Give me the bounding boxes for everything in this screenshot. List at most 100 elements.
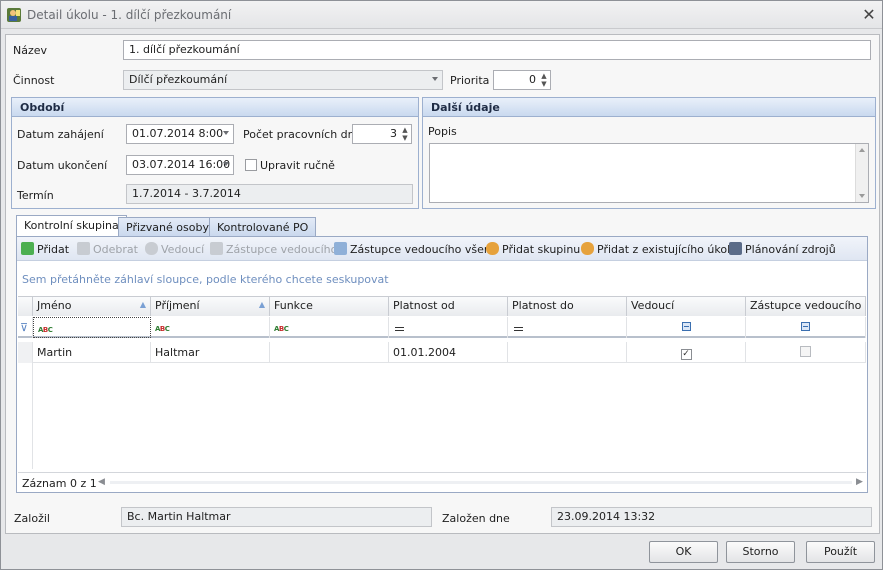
filter-row: ⊽ ABC ABC ABC: [18, 317, 866, 338]
filter-prijmeni[interactable]: ABC: [151, 317, 270, 338]
chevron-down-icon: [223, 162, 229, 166]
tab-kontrolni-skupina[interactable]: Kontrolní skupina: [16, 215, 127, 237]
add-icon: [21, 242, 34, 255]
obdobi-group: Období Datum zahájení 01.07.2014 8:00 Po…: [11, 97, 419, 209]
row-indicator: [18, 342, 33, 363]
cell-zastupce[interactable]: [746, 342, 866, 363]
filter-zastupce[interactable]: [746, 317, 866, 338]
filter-checkbox-icon: [801, 322, 810, 331]
zastupce-checkbox[interactable]: [800, 346, 811, 357]
filter-checkbox-icon: [681, 322, 691, 331]
content-area: Název 1. dílčí přezkoumání Činnost Dílčí…: [5, 34, 880, 534]
priorita-label: Priorita: [450, 74, 490, 87]
equals-icon: [514, 327, 523, 331]
pridat-skupinu-button[interactable]: Přidat skupinu: [486, 242, 580, 256]
grid-header: Jméno ▲ Příjmení ▲ Funkce Platnost od Plat…: [18, 297, 866, 316]
cell-jmeno[interactable]: Martin: [33, 342, 151, 363]
app-icon: [7, 8, 21, 22]
chevron-down-icon: [223, 131, 229, 135]
spin-arrows-icon[interactable]: ▲ ▼: [540, 72, 548, 88]
pocet-stepper[interactable]: 3 ▲ ▼: [352, 124, 412, 144]
filter-icon: ⊽: [18, 317, 33, 338]
storno-button[interactable]: Storno: [726, 541, 795, 563]
cell-platnost-do[interactable]: [508, 342, 627, 363]
vedouci-button[interactable]: Vedoucí: [145, 242, 204, 256]
scroll-down-icon[interactable]: [859, 194, 865, 198]
cell-vedouci[interactable]: ✓: [627, 342, 746, 363]
ukonceni-value: 03.07.2014 16:00: [132, 158, 231, 171]
scroll-left-icon[interactable]: ◀: [98, 477, 105, 487]
data-grid: Jméno ▲ Příjmení ▲ Funkce Platnost od Plat…: [18, 296, 866, 469]
filter-platnost-od[interactable]: [389, 317, 508, 338]
col-platnost-od[interactable]: Platnost od: [389, 297, 508, 316]
upravit-checkbox[interactable]: [245, 159, 257, 171]
popis-scrollbar[interactable]: [855, 144, 868, 202]
zalozil-label: Založil: [14, 512, 50, 525]
nazev-input[interactable]: 1. dílčí přezkoumání: [123, 40, 871, 60]
upravit-label: Upravit ručně: [260, 159, 335, 172]
col-zastupce[interactable]: Zástupce vedoucího: [746, 297, 866, 316]
col-jmeno[interactable]: Jméno ▲: [33, 297, 151, 316]
pouzit-button[interactable]: Použít: [806, 541, 875, 563]
scroll-up-icon[interactable]: [859, 148, 865, 152]
col-vedouci[interactable]: Vedoucí: [627, 297, 746, 316]
group-by-hint: Sem přetáhněte záhlaví sloupce, podle kt…: [22, 273, 389, 286]
cell-funkce[interactable]: [270, 342, 389, 363]
horizontal-scrollbar[interactable]: [110, 481, 852, 484]
popis-textarea[interactable]: [429, 143, 869, 203]
zalozen-value: 23.09.2014 13:32: [551, 507, 872, 527]
record-counter: Záznam 0 z 1: [22, 477, 97, 490]
filter-vedouci[interactable]: [627, 317, 746, 338]
dalsi-udaje-title: Další údaje: [423, 98, 875, 117]
pridat-button[interactable]: Přidat: [21, 242, 69, 256]
cinnost-value: Dílčí přezkoumání: [129, 73, 228, 86]
cinnost-select[interactable]: Dílčí přezkoumání: [123, 70, 443, 90]
cell-platnost-od[interactable]: 01.01.2004: [389, 342, 508, 363]
ukonceni-label: Datum ukončení: [17, 159, 108, 172]
scroll-right-icon[interactable]: ▶: [856, 477, 863, 487]
cell-prijmeni[interactable]: Haltmar: [151, 342, 270, 363]
spin-arrows-icon[interactable]: ▲ ▼: [401, 126, 409, 142]
priorita-stepper[interactable]: 0 ▲ ▼: [493, 70, 551, 90]
zastupce-vsem-button[interactable]: Zástupce vedoucího všem: [334, 242, 495, 256]
ukonceni-datepicker[interactable]: 03.07.2014 16:00: [126, 155, 234, 175]
dalsi-udaje-group: Další údaje Popis: [422, 97, 876, 209]
tab-prizvane-osoby[interactable]: Přizvané osoby: [118, 217, 217, 237]
priorita-value: 0: [529, 73, 536, 86]
col-prijmeni[interactable]: Příjmení ▲: [151, 297, 270, 316]
planovani-button[interactable]: Plánování zdrojů: [729, 242, 836, 256]
filter-platnost-do[interactable]: [508, 317, 627, 338]
filter-jmeno[interactable]: ABC: [33, 317, 151, 338]
nazev-label: Název: [13, 44, 48, 57]
window-title: Detail úkolu - 1. dílčí přezkoumání: [27, 8, 232, 22]
termin-label: Termín: [17, 189, 54, 202]
zahajeni-label: Datum zahájení: [17, 128, 104, 141]
odebrat-button[interactable]: Odebrat: [77, 242, 138, 256]
tab-kontrolovane-po[interactable]: Kontrolované PO: [209, 217, 317, 237]
person-icon: [145, 242, 158, 255]
col-funkce[interactable]: Funkce: [270, 297, 389, 316]
chevron-down-icon: [432, 77, 438, 81]
grid-footer: Záznam 0 z 1 ◀ ▶: [18, 472, 866, 492]
group-icon: [486, 242, 499, 255]
equals-icon: [395, 327, 404, 331]
pridat-z-ukolu-button[interactable]: Přidat z existujícího úkolu: [581, 242, 737, 256]
zahajeni-datepicker[interactable]: 01.07.2014 8:00: [126, 124, 234, 144]
close-icon[interactable]: ✕: [859, 5, 879, 25]
zastupce-button[interactable]: Zástupce vedoucího: [210, 242, 337, 256]
row-indicator-header: [18, 297, 33, 316]
ok-button[interactable]: OK: [649, 541, 718, 563]
cinnost-label: Činnost: [13, 74, 55, 87]
zalozen-label: Založen dne: [442, 512, 510, 525]
title-bar: Detail úkolu - 1. dílčí přezkoumání ✕: [1, 1, 882, 29]
vedouci-checkbox[interactable]: ✓: [680, 349, 692, 360]
zahajeni-value: 01.07.2014 8:00: [132, 127, 224, 140]
filter-funkce[interactable]: ABC: [270, 317, 389, 338]
row-indicator-column: [18, 363, 33, 469]
termin-value: 1.7.2014 - 3.7.2014: [126, 184, 413, 204]
col-platnost-do[interactable]: Platnost do: [508, 297, 627, 316]
group-icon: [581, 242, 594, 255]
table-row[interactable]: Martin Haltmar 01.01.2004 ✓: [18, 342, 866, 363]
pocet-label: Počet pracovních dnů: [243, 128, 362, 141]
remove-icon: [77, 242, 90, 255]
